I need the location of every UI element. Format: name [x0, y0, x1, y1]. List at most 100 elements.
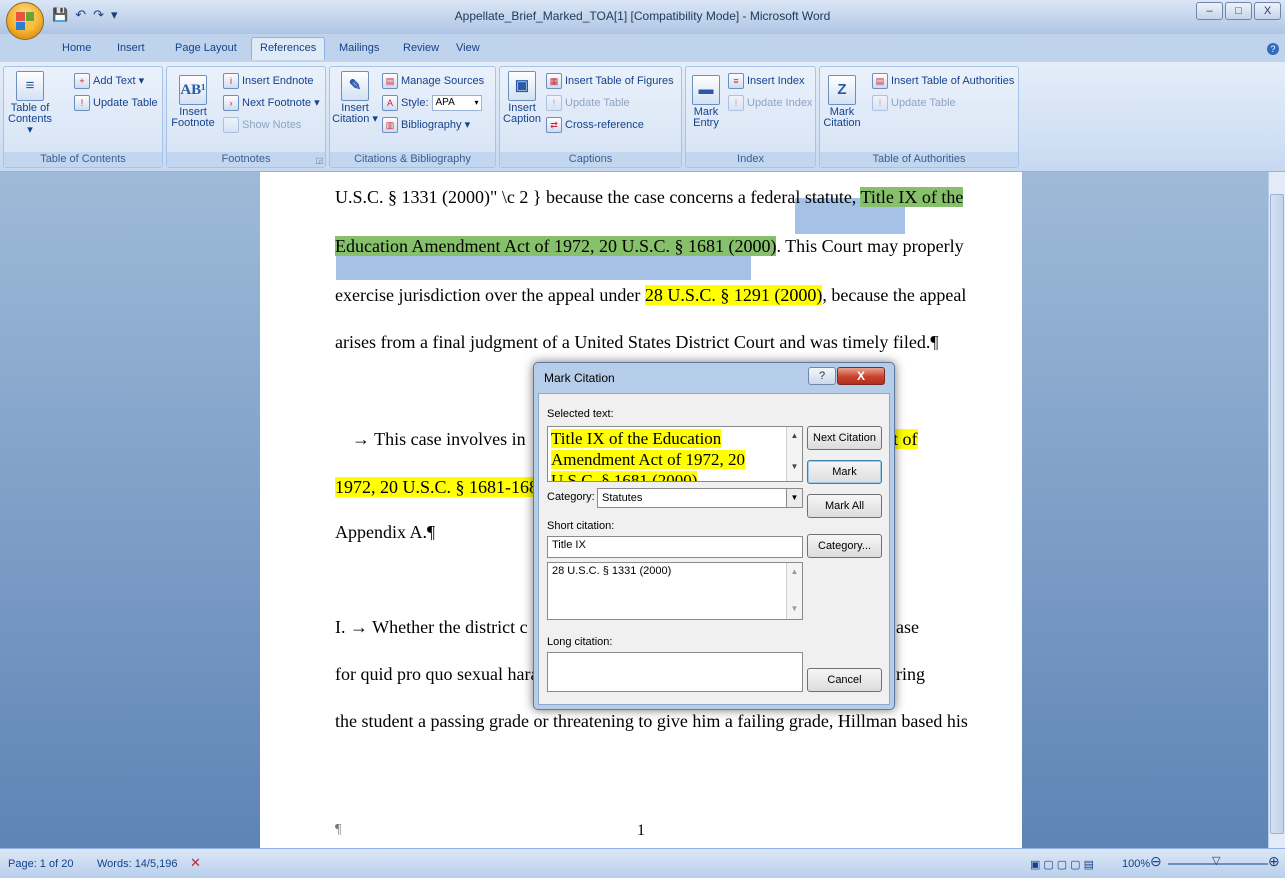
cancel-button[interactable]: Cancel	[807, 668, 882, 692]
zoom-in-icon[interactable]: ⊕	[1268, 853, 1280, 870]
minimize-button[interactable]: –	[1196, 2, 1223, 20]
cross-reference-button[interactable]: ⇄ Cross-reference	[546, 117, 644, 133]
mark-all-button[interactable]: Mark All	[807, 494, 882, 518]
mark-entry-button[interactable]: ▬ Mark Entry	[688, 75, 724, 129]
selected-text-box[interactable]: Title IX of the Education Amendment Act …	[547, 426, 803, 482]
next-footnote-button[interactable]: › Next Footnote ▾	[223, 95, 320, 111]
document-line: ring	[896, 664, 925, 684]
word-count[interactable]: Words: 14/5,196	[97, 858, 178, 870]
insert-toa-button[interactable]: ▤ Insert Table of Authorities	[872, 73, 1014, 89]
manage-sources-button[interactable]: ▤ Manage Sources	[382, 73, 484, 89]
next-footnote-icon: ›	[223, 95, 239, 111]
short-citation-list[interactable]: 28 U.S.C. § 1331 (2000) ▲ ▼	[547, 562, 803, 620]
selected-text-label: Selected text:	[547, 408, 614, 420]
scroll-thumb[interactable]	[1270, 194, 1284, 834]
maximize-button[interactable]: □	[1225, 2, 1252, 20]
update-table-icon: !	[872, 95, 888, 111]
insert-citation-button[interactable]: ✎ Insert Citation ▾	[332, 71, 378, 125]
tab-review[interactable]: Review	[403, 42, 439, 54]
group-caption: Footnotes	[167, 152, 325, 167]
next-citation-button[interactable]: Next Citation	[807, 426, 882, 450]
document-line: the student a passing grade or threateni…	[335, 711, 968, 731]
manage-sources-icon: ▤	[382, 73, 398, 89]
page-count[interactable]: Page: 1 of 20	[8, 858, 73, 870]
zoom-out-icon[interactable]: ⊖	[1150, 853, 1162, 870]
show-notes-button[interactable]: Show Notes	[223, 117, 301, 133]
document-line: t of	[893, 429, 918, 449]
short-citation-item[interactable]: 28 U.S.C. § 1331 (2000)	[552, 565, 798, 577]
group-caption: Captions	[500, 152, 681, 167]
insert-toa-icon: ▤	[872, 73, 888, 89]
title-bar: 💾 ↶ ↷ ▾ Appellate_Brief_Marked_TOA[1] [C…	[0, 0, 1285, 34]
category-dropdown[interactable]: Statutes ▼	[597, 488, 803, 508]
footnote-icon: AB¹	[179, 75, 207, 105]
bibliography-icon: ▥	[382, 117, 398, 133]
style-dropdown[interactable]: APA ▾	[431, 95, 482, 111]
ribbon: ≡ Table of Contents ▾ + Add Text ▾ ! Updat…	[0, 62, 1285, 172]
table-of-contents-button[interactable]: ≡ Table of Contents ▾	[8, 71, 52, 136]
document-line: → This case involves in	[352, 429, 526, 449]
dialog-close-button[interactable]: X	[837, 367, 885, 385]
update-toa-button[interactable]: ! Update Table	[872, 95, 956, 111]
window-title: Appellate_Brief_Marked_TOA[1] [Compatibi…	[454, 9, 831, 23]
dialog-title: Mark Citation	[544, 371, 615, 385]
tab-insert[interactable]: Insert	[117, 42, 145, 54]
insert-index-button[interactable]: ≡ Insert Index	[728, 73, 804, 89]
chevron-down-icon[interactable]: ▼	[786, 489, 802, 507]
style-icon: A	[382, 95, 398, 111]
endnote-icon: i	[223, 73, 239, 89]
tab-references[interactable]: References	[251, 37, 326, 60]
insert-footnote-button[interactable]: AB¹ Insert Footnote	[171, 75, 215, 129]
long-citation-input[interactable]	[547, 652, 803, 692]
close-window-button[interactable]: X	[1254, 2, 1281, 20]
zoom-level[interactable]: 100%	[1122, 858, 1150, 870]
pilcrow: ¶	[335, 822, 342, 837]
page-number: 1	[637, 822, 645, 839]
update-toc-button[interactable]: ! Update Table	[74, 95, 158, 111]
dialog-launcher-icon[interactable]: ◲	[315, 156, 323, 165]
update-tof-button[interactable]: ! Update Table	[546, 95, 630, 111]
office-button[interactable]	[6, 2, 44, 40]
cross-reference-icon: ⇄	[546, 117, 562, 133]
style-selector[interactable]: A Style: APA ▾	[382, 95, 482, 111]
mark-citation-button[interactable]: Z Mark Citation	[822, 75, 862, 129]
view-buttons[interactable]: ▣▢▢▢▤	[1030, 858, 1097, 871]
insert-index-icon: ≡	[728, 73, 744, 89]
group-caption: Table of Authorities	[820, 152, 1018, 167]
mark-button[interactable]: Mark	[807, 460, 882, 484]
selected-text-scrollbar[interactable]: ▲ ▼	[786, 427, 802, 481]
document-line: Appendix A.¶	[335, 522, 436, 542]
document-line: 1972, 20 U.S.C. § 1681-168	[335, 477, 539, 497]
tab-page-layout[interactable]: Page Layout	[175, 42, 237, 54]
group-caption: Citations & Bibliography	[330, 152, 495, 167]
insert-table-of-figures-button[interactable]: ▦ Insert Table of Figures	[546, 73, 674, 89]
zoom-slider-thumb[interactable]: ▽	[1212, 854, 1220, 867]
group-footnotes: AB¹ Insert Footnote i Insert Endnote › Nex…	[166, 66, 326, 168]
insert-caption-icon: ▣	[508, 71, 536, 101]
update-index-button[interactable]: ! Update Index	[728, 95, 812, 111]
tab-view[interactable]: View	[456, 42, 480, 54]
status-bar: Page: 1 of 20 Words: 14/5,196 ✕ ▣▢▢▢▤ 10…	[0, 848, 1285, 878]
help-icon[interactable]: ?	[1267, 43, 1279, 55]
vertical-scrollbar[interactable]	[1268, 172, 1285, 848]
short-citation-scrollbar[interactable]: ▲ ▼	[786, 563, 802, 619]
proofing-icon[interactable]: ✕	[190, 855, 201, 871]
bibliography-button[interactable]: ▥ Bibliography ▾	[382, 117, 470, 133]
update-table-icon: !	[546, 95, 562, 111]
insert-endnote-button[interactable]: i Insert Endnote	[223, 73, 314, 89]
category-button[interactable]: Category...	[807, 534, 882, 558]
group-table-of-contents: ≡ Table of Contents ▾ + Add Text ▾ ! Updat…	[3, 66, 163, 168]
insert-citation-icon: ✎	[341, 71, 369, 101]
insert-caption-button[interactable]: ▣ Insert Caption	[502, 71, 542, 125]
document-line: for quid pro quo sexual hara	[335, 664, 539, 684]
long-citation-label: Long citation:	[547, 636, 613, 648]
tab-home[interactable]: Home	[62, 42, 91, 54]
table-of-figures-icon: ▦	[546, 73, 562, 89]
group-caption: Table of Contents	[4, 152, 162, 167]
chevron-down-icon: ▾	[474, 98, 479, 107]
add-text-button[interactable]: + Add Text ▾	[74, 73, 144, 89]
short-citation-input[interactable]: Title IX	[547, 536, 803, 558]
tab-mailings[interactable]: Mailings	[339, 42, 379, 54]
dialog-help-button[interactable]: ?	[808, 367, 836, 385]
office-logo-icon	[16, 12, 34, 30]
